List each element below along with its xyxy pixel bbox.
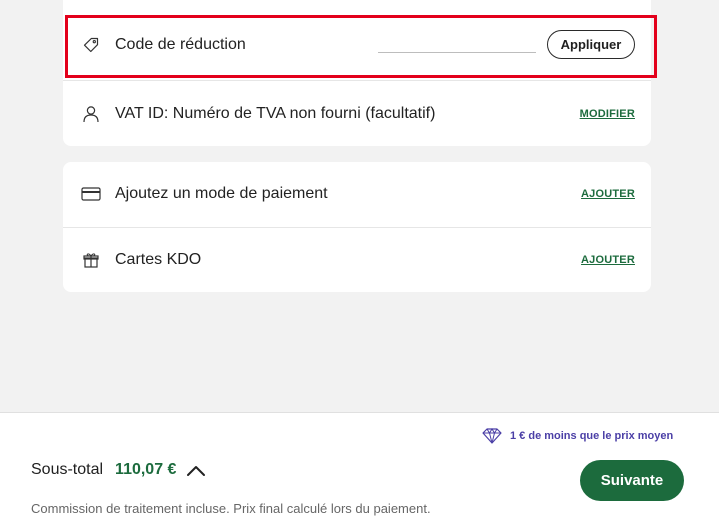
diamond-icon (482, 428, 502, 444)
divider (63, 80, 651, 81)
gift-cards-row: Cartes KDO AJOUTER (63, 237, 651, 283)
vat-modify-link[interactable]: MODIFIER (580, 108, 635, 120)
fee-note: Commission de traitement incluse. Prix f… (31, 501, 431, 516)
payment-card: Ajoutez un mode de paiement AJOUTER Cart… (63, 162, 651, 292)
subtotal-value: 110,07 € (115, 461, 177, 478)
promo-text: 1 € de moins que le prix moyen (510, 430, 674, 442)
price-promo-badge: 1 € de moins que le prix moyen (482, 428, 673, 444)
subtotal: Sous-total 110,07 € (31, 461, 206, 479)
gift-icon (81, 250, 101, 270)
vat-label: VAT ID: Numéro de TVA non fourni (facult… (115, 105, 436, 122)
gift-cards-label: Cartes KDO (115, 251, 202, 268)
checkout-footer: 1 € de moins que le prix moyen Sous-tota… (0, 412, 719, 518)
coupon-highlight-box (65, 15, 657, 78)
payment-method-row: Ajoutez un mode de paiement AJOUTER (63, 171, 651, 217)
subtotal-label: Sous-total (31, 461, 104, 478)
divider (63, 227, 651, 228)
credit-card-icon (81, 184, 101, 204)
add-payment-method-link[interactable]: AJOUTER (581, 188, 635, 200)
add-gift-card-link[interactable]: AJOUTER (581, 254, 635, 266)
chevron-up-icon[interactable] (186, 463, 206, 477)
next-button[interactable]: Suivante (580, 460, 684, 501)
user-icon (81, 104, 101, 124)
vat-row: VAT ID: Numéro de TVA non fourni (facult… (63, 92, 651, 136)
checkout-page: Code de réduction VAT ID: Numéro de TVA … (0, 0, 719, 518)
payment-method-label: Ajoutez un mode de paiement (115, 185, 328, 202)
